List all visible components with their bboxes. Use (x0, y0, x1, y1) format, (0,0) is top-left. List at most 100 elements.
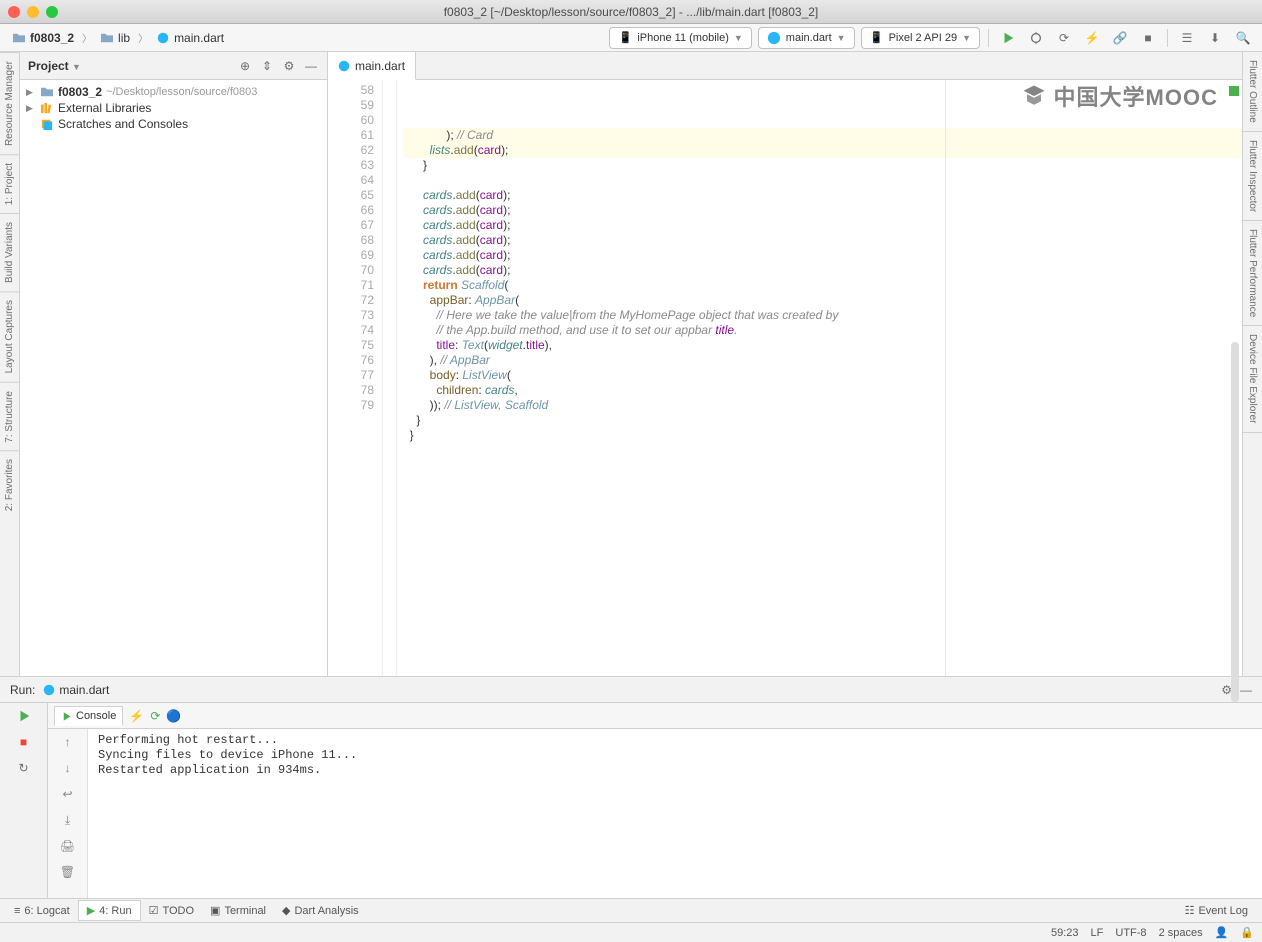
caret-position[interactable]: 59:23 (1051, 927, 1079, 939)
hide-icon[interactable]: — (303, 58, 319, 74)
terminal-icon: ▣ (210, 904, 220, 917)
separator (1167, 29, 1168, 47)
rail-device-file-explorer[interactable]: Device File Explorer (1243, 326, 1262, 432)
indent-setting[interactable]: 2 spaces (1159, 927, 1203, 939)
breadcrumb-file[interactable]: main.dart (152, 29, 228, 47)
open-devtools-icon[interactable]: 🔵 (166, 709, 181, 723)
folder-icon (100, 32, 114, 44)
run-console-toolbar: ↑ ↓ ↩ ⤓ 🖨 🗑 (48, 729, 88, 898)
attach-debugger-button[interactable]: 🔗 (1109, 27, 1131, 49)
tab-logcat-label: 6: Logcat (24, 905, 69, 917)
run-panel: Run: main.dart ⚙ — ■ ↻ Console ⚡ ⟳ 🔵 (0, 676, 1262, 898)
tree-external-libraries[interactable]: ▶ External Libraries (20, 100, 327, 116)
tab-event-log[interactable]: ☷Event Log (1177, 901, 1256, 920)
dart-file-icon (338, 60, 350, 72)
rail-flutter-inspector[interactable]: Flutter Inspector (1243, 132, 1262, 221)
rerun-button[interactable] (0, 703, 47, 729)
emulator-label: Pixel 2 API 29 (889, 32, 958, 44)
library-icon (40, 102, 54, 114)
device-selector[interactable]: 📱 iPhone 11 (mobile) ▼ (609, 27, 751, 49)
hot-restart-icon[interactable]: ⟳ (150, 709, 160, 723)
editor-area: main.dart 585960616263646566676869707172… (328, 52, 1242, 676)
bottom-right-tabs: ☷Event Log (1177, 901, 1256, 920)
run-button[interactable] (997, 27, 1019, 49)
watermark: 中国大学MOOC (1020, 80, 1218, 112)
run-panel-header: Run: main.dart ⚙ — (0, 677, 1262, 703)
tab-logcat[interactable]: ≡6: Logcat (6, 902, 78, 920)
run-panel-config[interactable]: main.dart (43, 683, 109, 697)
search-button[interactable]: 🔍 (1232, 27, 1254, 49)
avd-manager-button[interactable]: ☰ (1176, 27, 1198, 49)
run-tabs: Console ⚡ ⟳ 🔵 (48, 703, 1262, 729)
rail-structure[interactable]: 7: Structure (0, 382, 19, 451)
rail-favorites[interactable]: 2: Favorites (0, 450, 19, 519)
editor-body[interactable]: 5859606162636465666768697071727374757677… (328, 80, 1242, 676)
breadcrumb-folder[interactable]: lib (96, 29, 134, 47)
hot-reload-icon[interactable]: ⚡ (129, 709, 144, 723)
line-separator[interactable]: LF (1091, 927, 1104, 939)
scratches-icon (40, 118, 54, 130)
rail-build-variants[interactable]: Build Variants (0, 213, 19, 291)
clear-icon[interactable]: 🗑 (59, 863, 77, 881)
breadcrumb-project[interactable]: f0803_2 (8, 29, 78, 47)
tab-todo[interactable]: ☑TODO (141, 901, 202, 920)
tab-dart-analysis[interactable]: ◆Dart Analysis (274, 901, 367, 920)
statusbar-right: 59:23 LF UTF-8 2 spaces 👤 🔒 (1051, 926, 1254, 939)
fold-gutter (383, 80, 397, 676)
lock-icon[interactable]: 🔒 (1240, 926, 1254, 939)
locate-icon[interactable]: ⊕ (237, 58, 253, 74)
rail-project[interactable]: 1: Project (0, 154, 19, 213)
separator (988, 29, 989, 47)
main-area: Resource Manager 1: Project Build Varian… (0, 52, 1262, 676)
hide-icon[interactable]: — (1240, 683, 1252, 697)
restart-button[interactable]: ↻ (0, 755, 47, 781)
scroll-to-end-icon[interactable]: ⤓ (59, 811, 77, 829)
stop-button[interactable]: ■ (0, 729, 47, 755)
console-tab[interactable]: Console (54, 706, 123, 726)
sdk-manager-button[interactable]: ⬇ (1204, 27, 1226, 49)
phone-icon: 📱 (870, 31, 884, 45)
navigation-toolbar: f0803_2 〉 lib 〉 main.dart 📱 iPhone 11 (m… (0, 24, 1262, 52)
tree-root[interactable]: ▶ f0803_2 ~/Desktop/lesson/source/f0803 (20, 84, 327, 100)
profile-button[interactable]: ⟳ (1053, 27, 1075, 49)
rail-flutter-outline[interactable]: Flutter Outline (1243, 52, 1262, 132)
statusbar: 59:23 LF UTF-8 2 spaces 👤 🔒 (0, 922, 1262, 942)
watermark-logo-icon (1020, 82, 1048, 110)
tab-terminal[interactable]: ▣Terminal (202, 901, 274, 920)
emulator-selector[interactable]: 📱 Pixel 2 API 29 ▼ (861, 27, 980, 49)
editor-scrollbar[interactable] (1231, 342, 1239, 702)
folder-icon (40, 86, 54, 98)
rail-layout-captures[interactable]: Layout Captures (0, 291, 19, 381)
breadcrumb-project-label: f0803_2 (30, 31, 74, 45)
tree-root-path: ~/Desktop/lesson/source/f0803 (106, 86, 257, 98)
margin-marker (945, 80, 946, 676)
print-icon[interactable]: 🖨 (59, 837, 77, 855)
code-content[interactable]: ); // Card lists.add(card); } cards.add(… (397, 80, 1242, 676)
dart-file-icon (156, 32, 170, 44)
project-view-selector[interactable]: Project ▼ (28, 59, 81, 73)
phone-icon: 📱 (618, 31, 632, 45)
console-output[interactable]: Performing hot restart... Syncing files … (88, 729, 1262, 898)
hot-reload-button[interactable]: ⚡ (1081, 27, 1103, 49)
stop-button[interactable]: ■ (1137, 27, 1159, 49)
chevron-right-icon: ▶ (26, 103, 36, 114)
debug-button[interactable] (1025, 27, 1047, 49)
down-icon[interactable]: ↓ (59, 759, 77, 777)
run-config-selector[interactable]: main.dart ▼ (758, 27, 855, 49)
file-encoding[interactable]: UTF-8 (1115, 927, 1146, 939)
tab-event-log-label: Event Log (1198, 905, 1248, 917)
gear-icon[interactable]: ⚙ (281, 58, 297, 74)
project-panel: Project ▼ ⊕ ⇕ ⚙ — ▶ f0803_2 ~/Desktop/le… (20, 52, 328, 676)
inspection-icon[interactable]: 👤 (1215, 926, 1229, 939)
expand-icon[interactable]: ⇕ (259, 58, 275, 74)
chevron-right-icon: ▶ (26, 87, 36, 98)
editor-tab-main[interactable]: main.dart (328, 52, 416, 80)
up-icon[interactable]: ↑ (59, 733, 77, 751)
tab-run[interactable]: ▶4: Run (78, 900, 141, 921)
rail-flutter-performance[interactable]: Flutter Performance (1243, 221, 1262, 326)
run-config-name: main.dart (59, 683, 109, 697)
rail-resource-manager[interactable]: Resource Manager (0, 52, 19, 154)
tab-todo-label: TODO (162, 905, 194, 917)
soft-wrap-icon[interactable]: ↩ (59, 785, 77, 803)
tree-scratches[interactable]: Scratches and Consoles (20, 116, 327, 132)
